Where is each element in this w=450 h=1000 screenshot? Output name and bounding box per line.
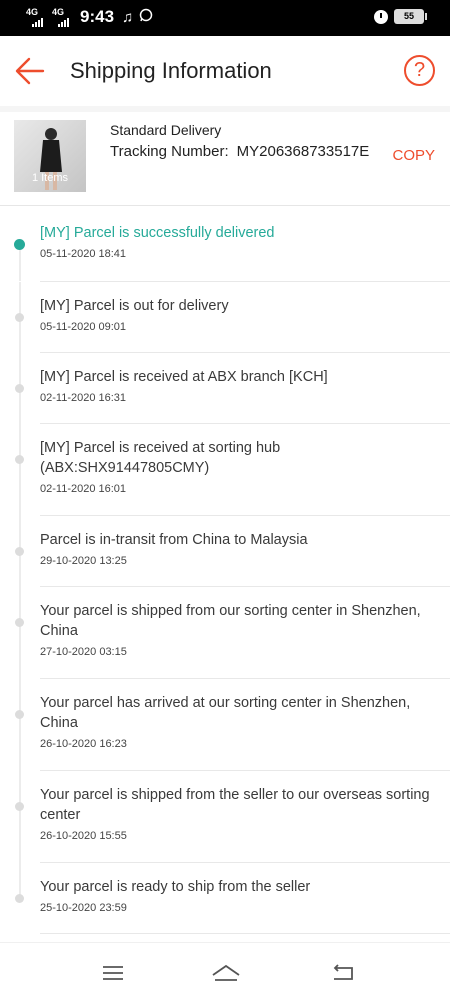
event-time: 26-10-2020 15:55 [40,830,127,842]
timeline-dot [15,802,24,811]
product-thumbnail[interactable]: 1 Items [14,120,86,192]
event-time: 05-11-2020 09:01 [40,321,127,333]
system-nav-bar [0,942,450,1000]
event-time: 05-11-2020 18:41 [40,248,127,260]
timeline-event: [MY] Parcel is received at ABX branch [K… [0,353,450,424]
timeline-dot [15,455,24,464]
help-button[interactable]: ? [404,55,435,86]
event-time: 27-10-2020 03:15 [40,646,127,658]
timeline-line [19,424,21,516]
network-label: 4G [52,7,65,17]
timeline-line [19,247,21,281]
timeline-event: Your parcel has arrived at our sorting c… [0,679,450,771]
event-time: 25-10-2020 23:59 [40,902,127,914]
timeline-event: Parcel is in-transit from China to Malay… [0,516,450,587]
shipment-summary: 1 Items Standard Delivery Tracking Numbe… [0,112,450,206]
music-note-icon: ♫ [122,8,134,26]
event-time: 26-10-2020 16:23 [40,738,127,750]
menu-icon[interactable] [101,963,125,983]
battery-icon: 55 [394,9,427,24]
back-icon[interactable] [331,963,355,983]
page-title: Shipping Information [70,58,272,83]
signal-icon: 4G [26,7,50,27]
event-description: [MY] Parcel is received at sorting hub (… [40,440,281,476]
tracking-label: Tracking Number: [110,143,229,160]
copy-button[interactable]: COPY [392,147,435,164]
delivery-service: Standard Delivery [110,122,222,138]
timeline-line [19,679,21,771]
timeline-dot [15,547,24,556]
whatsapp-icon [139,8,153,26]
timeline-event: Your parcel is ready to ship from the se… [0,863,450,934]
timeline-event: [MY] Parcel is successfully delivered 05… [0,207,450,282]
event-description: [MY] Parcel is received at ABX branch [K… [40,369,328,385]
event-description: [MY] Parcel is out for delivery [40,298,229,314]
timeline-line [19,587,21,679]
clock: 9:43 [80,7,115,26]
tracking-number-row: Tracking Number: MY206368733517E [110,143,369,160]
divider [40,933,450,934]
timeline-dot [15,384,24,393]
event-description: Your parcel has arrived at our sorting c… [40,695,411,731]
timeline-event: [MY] Parcel is out for delivery 05-11-20… [0,282,450,353]
event-description: Your parcel is shipped from our sorting … [40,603,421,639]
timeline-dot-active [14,239,25,250]
event-time: 29-10-2020 13:25 [40,555,127,567]
event-description: Parcel is in-transit from China to Malay… [40,532,308,548]
timeline-dot [15,618,24,627]
timeline-event: Your parcel is shipped from our sorting … [0,587,450,679]
tracking-number: MY206368733517E [236,143,370,160]
app-header: Shipping Information ? [0,36,450,106]
arrow-left-icon [15,57,45,85]
timeline-event: Your parcel is shipped from the seller t… [0,771,450,863]
timeline-dot [15,313,24,322]
timeline-dot [15,710,24,719]
timeline-line [19,771,21,863]
alarm-icon [374,9,388,24]
event-time: 02-11-2020 16:01 [40,483,127,495]
back-button[interactable] [14,56,46,86]
status-bar: 4G 4G 9:43 ♫ 55 [0,0,450,36]
network-label: 4G [26,7,39,17]
signal-icon: 4G [52,7,76,27]
event-description: [MY] Parcel is successfully delivered [40,225,275,241]
timeline-event: [MY] Parcel is received at sorting hub (… [0,424,450,516]
event-description: Your parcel is ready to ship from the se… [40,879,311,895]
items-count: 1 Items [31,172,69,184]
event-time: 02-11-2020 16:31 [40,392,127,404]
event-description: Your parcel is shipped from the seller t… [40,787,430,823]
home-icon[interactable] [211,963,241,983]
timeline-dot [15,894,24,903]
